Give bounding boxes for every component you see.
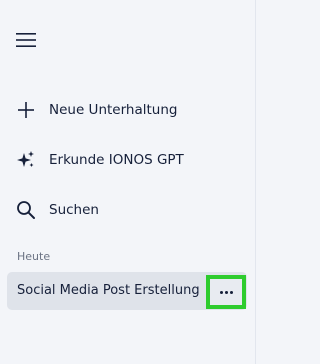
section-title-today: Heute bbox=[17, 250, 51, 263]
explore-gpt-button[interactable]: Erkunde IONOS GPT bbox=[8, 144, 238, 176]
new-conversation-button[interactable]: Neue Unterhaltung bbox=[8, 94, 238, 126]
sidebar: Neue Unterhaltung Erkunde IONOS GPT Such… bbox=[0, 0, 256, 364]
search-button[interactable]: Suchen bbox=[8, 194, 238, 226]
explore-gpt-label: Erkunde IONOS GPT bbox=[49, 152, 184, 168]
plus-icon bbox=[15, 99, 37, 121]
search-label: Suchen bbox=[49, 202, 99, 218]
search-icon bbox=[15, 199, 37, 221]
hamburger-icon bbox=[15, 31, 37, 53]
chat-more-options-button[interactable] bbox=[206, 275, 246, 309]
sparkle-icon bbox=[15, 149, 37, 171]
menu-toggle-button[interactable] bbox=[10, 28, 42, 56]
more-horizontal-icon bbox=[219, 290, 233, 294]
new-conversation-label: Neue Unterhaltung bbox=[49, 102, 178, 118]
chat-title: Social Media Post Erstellung bbox=[17, 283, 200, 298]
